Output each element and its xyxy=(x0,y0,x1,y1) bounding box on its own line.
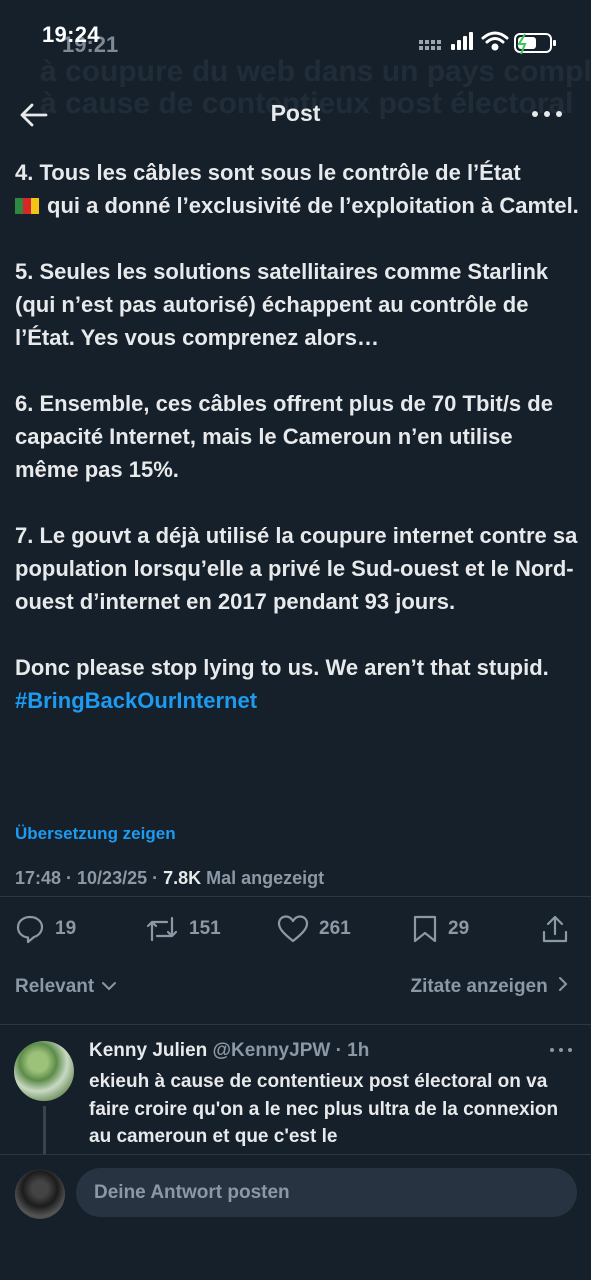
post-body: 4. Tous les câbles sont sous le contrôle… xyxy=(15,156,580,750)
cameroon-flag-icon xyxy=(15,198,39,214)
avatar[interactable] xyxy=(14,1041,74,1101)
post-paragraph-4: 4. Tous les câbles sont sous le contrôle… xyxy=(15,156,580,222)
post-paragraph-8: Donc please stop lying to us. We aren’t … xyxy=(15,651,580,717)
page-title: Post xyxy=(270,100,321,126)
bookmark-icon xyxy=(413,915,437,943)
post-text: Donc please stop lying to us. We aren’t … xyxy=(15,655,549,680)
ghost-line: à coupure du web dans un pays complet xyxy=(40,55,591,88)
reply-button[interactable]: 19 xyxy=(15,912,76,946)
action-bar: 19 151 261 29 xyxy=(0,906,591,952)
reply-author-name[interactable]: Kenny Julien xyxy=(89,1040,207,1061)
chevron-down-icon xyxy=(102,982,117,991)
reply-count: 19 xyxy=(55,918,77,939)
share-icon xyxy=(542,915,568,943)
status-icons xyxy=(419,31,556,55)
screen: à coupure du web dans un pays complet à … xyxy=(0,0,591,1280)
reply-author-handle: @KennyJPW · 1h xyxy=(212,1040,370,1061)
reply-icon xyxy=(16,915,44,944)
user-avatar xyxy=(15,1169,65,1219)
post-text: qui a donné l’exclusivité de l’exploitat… xyxy=(47,193,579,218)
repost-count: 151 xyxy=(189,918,221,939)
like-count: 261 xyxy=(319,918,351,939)
heart-icon xyxy=(277,915,309,943)
post-paragraph-7: 7. Le gouvt a déjà utilisé la coupure in… xyxy=(15,523,578,614)
bookmark-button[interactable]: 29 xyxy=(412,912,469,946)
reply-input[interactable]: Deine Antwort posten xyxy=(76,1168,577,1217)
repost-button[interactable]: 151 xyxy=(145,912,221,946)
repost-icon xyxy=(146,916,178,942)
reply-header: Kenny Julien @KennyJPW · 1h xyxy=(89,1040,369,1062)
view-count: 7.8K xyxy=(163,868,202,888)
reply-item[interactable]: Kenny Julien @KennyJPW · 1h ekieuh à cau… xyxy=(0,1024,591,1156)
more-options-icon[interactable] xyxy=(529,102,565,126)
like-button[interactable]: 261 xyxy=(277,912,351,946)
thread-line xyxy=(43,1106,46,1156)
battery-icon xyxy=(514,33,556,55)
post-paragraph-6: 6. Ensemble, ces câbles offrent plus de … xyxy=(15,391,553,482)
translate-link[interactable]: Übersetzung zeigen xyxy=(15,824,176,844)
bookmark-count: 29 xyxy=(448,918,470,939)
reply-text: ekieuh à cause de contentieux post élect… xyxy=(89,1071,559,1147)
reply-composer: Deine Antwort posten xyxy=(0,1154,591,1280)
views-label: Mal angezeigt xyxy=(201,868,325,888)
view-quotes-button[interactable]: Zitate anzeigen xyxy=(410,976,569,998)
status-bar: à coupure du web dans un pays complet à … xyxy=(0,0,591,120)
post-text: 4. Tous les câbles sont sous le contrôle… xyxy=(15,160,521,185)
divider xyxy=(0,896,591,897)
sort-label: Relevant xyxy=(15,976,95,997)
hashtag-link[interactable]: #BringBackOurInternet xyxy=(15,688,257,713)
top-nav: Post xyxy=(0,90,591,140)
replies-sort-row: Relevant Zitate anzeigen xyxy=(0,970,591,1006)
signal-dots-icon xyxy=(419,40,441,50)
quotes-label: Zitate anzeigen xyxy=(410,976,548,997)
chevron-right-icon xyxy=(559,977,568,991)
signal-bars-icon xyxy=(451,32,473,50)
status-time: 19:24 xyxy=(42,22,100,47)
wifi-icon xyxy=(481,31,509,51)
share-button[interactable] xyxy=(540,912,570,946)
reply-more-icon[interactable] xyxy=(549,1046,573,1054)
sort-relevant-button[interactable]: Relevant xyxy=(15,976,117,998)
post-paragraph-5: 5. Seules les solutions satellitaires co… xyxy=(15,259,549,350)
post-meta: 17:48 · 10/23/25 · 7.8K Mal angezeigt xyxy=(15,868,324,889)
timestamp: 17:48 · 10/23/25 · xyxy=(15,868,164,888)
